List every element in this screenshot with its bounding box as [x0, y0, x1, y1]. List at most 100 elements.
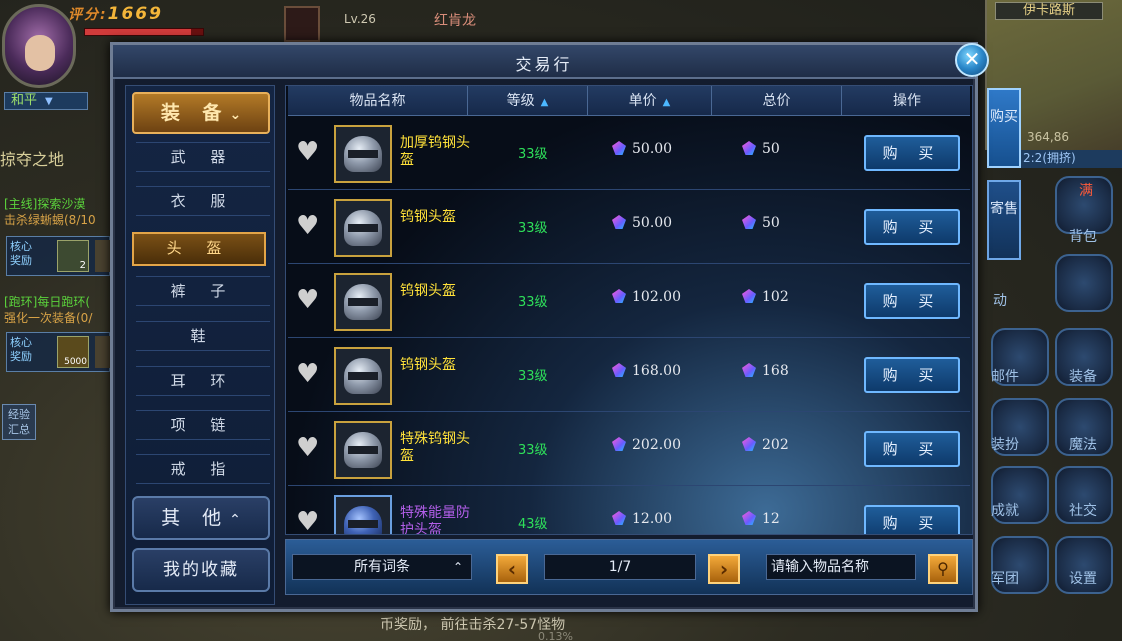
buy-button[interactable]: 购 买 — [864, 209, 960, 245]
activity-label: 动 — [993, 293, 1007, 309]
item-level: 43级 — [518, 517, 548, 532]
item-icon-slot[interactable] — [334, 199, 392, 257]
diamond-icon — [742, 141, 756, 155]
filter-value: 所有词条 — [354, 559, 410, 575]
category-item-pants[interactable]: 裤 子 — [136, 276, 270, 306]
column-level-sort[interactable]: 等级 ▲ — [468, 86, 588, 116]
category-sidebar: 装 备⌄ 武 器 衣 服 头 盔 裤 子 鞋 耳 环 项 链 戒 指 其 他⌃ … — [125, 85, 275, 605]
player-avatar[interactable] — [2, 4, 76, 88]
total-price: 168 — [742, 363, 789, 379]
reward-slot[interactable]: 2 — [57, 240, 89, 272]
chevron-left-icon: ‹ — [507, 557, 517, 581]
buy-button[interactable]: 购 买 — [864, 283, 960, 319]
helmet-visor — [348, 446, 378, 454]
diamond-icon — [612, 363, 626, 377]
heart-icon[interactable]: ♥ — [296, 435, 324, 461]
total-price-value: 50 — [762, 141, 780, 157]
score-value: 1669 — [107, 4, 163, 24]
heart-icon[interactable]: ♥ — [296, 213, 324, 239]
item-icon-slot[interactable] — [334, 495, 392, 534]
table-row: ♥ 特殊能量防护头盔 43级 12.00 12 购 买 — [288, 487, 970, 535]
sort-up-icon: ▲ — [540, 97, 549, 108]
helmet-visor — [348, 224, 378, 232]
unit-price: 50.00 — [612, 215, 672, 231]
page-indicator: 1/7 — [544, 554, 696, 580]
target-portrait — [284, 6, 320, 42]
my-favorites-button[interactable]: 我的收藏 — [132, 548, 270, 592]
buy-button[interactable]: 购 买 — [864, 357, 960, 393]
category-item-necklace[interactable]: 项 链 — [136, 410, 270, 440]
category-other-button[interactable]: 其 他⌃ — [132, 496, 270, 540]
equipment-label: 装备 — [1069, 369, 1097, 385]
helmet-visor — [348, 372, 378, 380]
mail-label: 邮件 — [991, 369, 1019, 385]
minimap-coords: 364,86 — [1027, 130, 1069, 144]
item-search-input[interactable] — [766, 554, 916, 580]
item-icon-slot[interactable] — [334, 347, 392, 405]
diamond-icon — [612, 289, 626, 303]
target-frame: Lv.26 红肯龙 — [284, 6, 544, 42]
item-level: 33级 — [518, 221, 548, 236]
category-item-helmet[interactable]: 头 盔 — [132, 232, 266, 266]
helmet-visor — [348, 298, 378, 306]
unit-price: 102.00 — [612, 289, 681, 305]
category-item-shoes[interactable]: 鞋 — [136, 321, 270, 351]
column-unit-price-sort[interactable]: 单价 ▲ — [588, 86, 712, 116]
buy-button[interactable]: 购 买 — [864, 135, 960, 171]
reward-count: 2 — [79, 260, 86, 271]
reward-slot[interactable]: 5000 — [57, 336, 89, 368]
menu-grid-button[interactable] — [1055, 254, 1113, 312]
reward-box: 核心奖励 5000 — [6, 332, 113, 372]
table-row: ♥ 钨钢头盔 33级 168.00 168 购 买 — [288, 339, 970, 412]
heart-icon[interactable]: ♥ — [296, 287, 324, 313]
server-line-select[interactable]: 2:2(拥挤) — [1019, 150, 1122, 168]
category-item-weapon[interactable]: 武 器 — [136, 142, 270, 172]
column-total-price[interactable]: 总价 — [712, 86, 842, 116]
next-page-button[interactable]: › — [708, 554, 740, 584]
close-icon[interactable]: ✕ — [955, 43, 989, 77]
pk-mode-select[interactable]: 和平 ▼ — [4, 92, 88, 110]
item-icon-slot[interactable] — [334, 273, 392, 331]
item-level: 33级 — [518, 443, 548, 458]
exp-summary-button[interactable]: 经验汇总 — [2, 404, 36, 440]
unit-price-value: 102.00 — [632, 289, 681, 305]
quest-tracker-main[interactable]: [主线]探索沙漠 击杀绿蜥蜴(8/10 — [4, 196, 114, 228]
search-icon: ⚲ — [937, 559, 949, 578]
legion-label: 军团 — [991, 571, 1019, 587]
category-other-label: 其 他 — [161, 507, 230, 529]
sort-up-icon: ▲ — [662, 97, 671, 108]
reward-box: 核心奖励 2 — [6, 236, 113, 276]
item-level: 33级 — [518, 147, 548, 162]
category-item-earrings[interactable]: 耳 环 — [136, 366, 270, 396]
category-item-clothes[interactable]: 衣 服 — [136, 186, 270, 216]
buy-button[interactable]: 购 买 — [864, 505, 960, 534]
unit-price-value: 50.00 — [632, 215, 673, 231]
heart-icon[interactable]: ♥ — [296, 361, 324, 387]
tab-buy[interactable]: 购买 — [987, 88, 1021, 168]
search-button[interactable]: ⚲ — [928, 554, 958, 584]
item-icon-slot[interactable] — [334, 421, 392, 479]
pk-mode-label: 和平 — [11, 93, 38, 108]
item-icon-slot[interactable] — [334, 125, 392, 183]
list-toolbar: 所有词条 ⌃ ‹ 1/7 › ⚲ — [285, 539, 973, 595]
heart-icon[interactable]: ♥ — [296, 139, 324, 165]
unit-price: 202.00 — [612, 437, 681, 453]
quest-tracker-daily[interactable]: [跑环]每日跑环( 强化一次装备(0/ — [4, 294, 114, 326]
diamond-icon — [742, 363, 756, 377]
item-name: 特殊能量防护头盔 — [400, 505, 470, 535]
tab-consign[interactable]: 寄售 — [987, 180, 1021, 260]
quest-desc: 强化一次装备(0/ — [4, 311, 93, 325]
helmet-icon — [344, 432, 382, 468]
avatar-face — [25, 35, 55, 71]
server-line-label: 2:2(拥挤) — [1023, 151, 1076, 165]
chevron-up-icon: ⌃ — [229, 512, 241, 528]
quest-desc: 击杀绿蜥蜴(8/10 — [4, 213, 96, 227]
heart-icon[interactable]: ♥ — [296, 509, 324, 534]
quest-title: [跑环]每日跑环( — [4, 295, 91, 309]
prev-page-button[interactable]: ‹ — [496, 554, 528, 584]
category-equipment-header[interactable]: 装 备⌄ — [132, 92, 270, 134]
table-row: ♥ 钨钢头盔 33级 102.00 102 购 买 — [288, 265, 970, 338]
attribute-filter-select[interactable]: 所有词条 ⌃ — [292, 554, 472, 580]
buy-button[interactable]: 购 买 — [864, 431, 960, 467]
category-item-ring[interactable]: 戒 指 — [136, 454, 270, 484]
